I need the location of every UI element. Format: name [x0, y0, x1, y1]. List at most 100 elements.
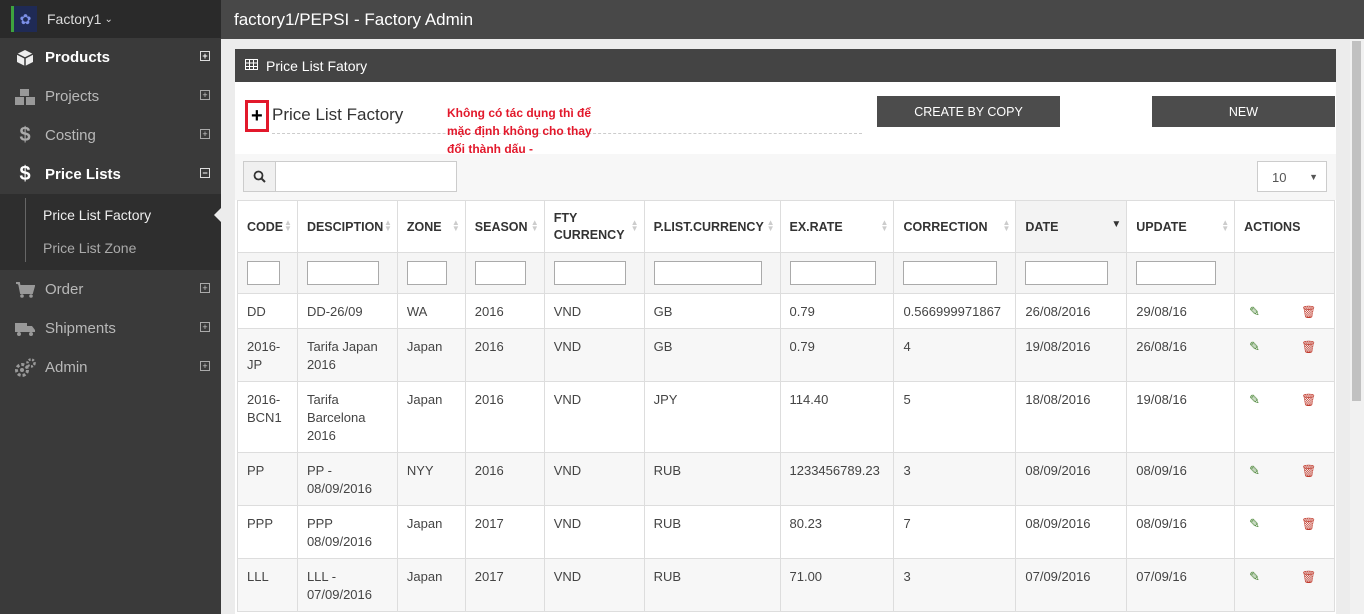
- table-cell: GB: [643, 293, 781, 329]
- filter-ex-rate-input[interactable]: [789, 261, 876, 285]
- column-header-zone[interactable]: ZONE ▲ ▼: [396, 200, 466, 253]
- expand-icon[interactable]: +: [200, 90, 210, 100]
- filter-description-input[interactable]: [306, 261, 379, 285]
- table-row[interactable]: LLL LLL - 07/09/2016 Japan 2017 VND RUB 71.00 3…: [237, 558, 1335, 612]
- sidebar-item-order[interactable]: Order +: [0, 270, 221, 309]
- section-title: Price List Factory: [272, 105, 404, 124]
- sidebar-item-costing[interactable]: $ Costing +: [0, 116, 221, 155]
- brand-switcher[interactable]: ✿ Factory1 ⌄: [0, 0, 221, 38]
- filter-code-input[interactable]: [247, 261, 280, 285]
- table-row[interactable]: 2016-JP Tarifa Japan 2016 Japan 2016 VND GB 0.…: [237, 328, 1335, 382]
- table-cell: PP - 08/09/2016: [296, 452, 398, 506]
- delete-icon[interactable]: 🗑: [1301, 303, 1316, 321]
- sort-icon: ▲ ▼: [880, 218, 889, 233]
- delete-icon[interactable]: 🗑: [1301, 391, 1316, 409]
- sidebar-item-label: Products: [45, 49, 111, 66]
- expand-icon[interactable]: +: [200, 51, 210, 61]
- edit-icon[interactable]: ✎: [1249, 515, 1260, 533]
- chevron-down-icon: ⌄: [104, 13, 113, 25]
- table-row[interactable]: 2016-BCN1 Tarifa Barcelona 2016 Japan 2016 V…: [237, 381, 1335, 453]
- dollar-icon: $: [19, 124, 31, 146]
- expand-icon[interactable]: +: [200, 322, 210, 332]
- delete-icon[interactable]: 🗑: [1301, 462, 1316, 480]
- filter-row: [237, 252, 1335, 294]
- filter-update-input[interactable]: [1136, 261, 1217, 285]
- sort-icon: ▲ ▼: [630, 218, 639, 233]
- brand-logo: ✿: [11, 6, 37, 32]
- page-title: factory1/PEPSI - Factory Admin: [221, 0, 1364, 39]
- sort-desc-icon: ▼: [1111, 219, 1122, 230]
- search-input[interactable]: [243, 161, 457, 192]
- table-row[interactable]: DD DD-26/09 WA 2016 VND GB 0.79 0.566999971867 2…: [237, 293, 1335, 329]
- gears-icon: [13, 357, 37, 378]
- column-header-fty-currency[interactable]: FTY CURRENCY ▲ ▼: [543, 200, 645, 253]
- sidebar-item-shipments[interactable]: Shipments +: [0, 309, 221, 348]
- delete-icon[interactable]: 🗑: [1301, 515, 1316, 533]
- column-header-description[interactable]: DESCIPTION ▲ ▼: [296, 200, 398, 253]
- sidebar-item-admin[interactable]: Admin +: [0, 348, 221, 387]
- sort-icon: ▲ ▼: [1221, 218, 1230, 233]
- new-button[interactable]: NEW: [1152, 96, 1335, 127]
- table-cell: 29/08/16: [1126, 293, 1236, 329]
- table-cell: VND: [543, 505, 645, 559]
- column-header-ex-rate[interactable]: EX.RATE ▲ ▼: [779, 200, 895, 253]
- table-cell: 08/09/2016: [1015, 505, 1128, 559]
- table-cell: Tarifa Barcelona 2016: [296, 381, 398, 453]
- table-cell: Japan: [396, 381, 466, 453]
- table-cell: Japan: [396, 328, 466, 382]
- expand-icon[interactable]: +: [200, 129, 210, 139]
- column-header-date[interactable]: DATE ▼: [1015, 200, 1128, 253]
- edit-icon[interactable]: ✎: [1249, 568, 1260, 586]
- delete-icon[interactable]: 🗑: [1301, 338, 1316, 356]
- table-cell: VND: [543, 558, 645, 612]
- row-actions: ✎ 🗑: [1234, 558, 1335, 612]
- collapse-icon[interactable]: −: [200, 168, 210, 178]
- column-header-correction[interactable]: CORRECTION ▲ ▼: [893, 200, 1017, 253]
- edit-icon[interactable]: ✎: [1249, 462, 1260, 480]
- submenu-item-price-list-zone[interactable]: Price List Zone: [0, 231, 221, 264]
- table-cell: VND: [543, 328, 645, 382]
- table-cell: GB: [643, 328, 781, 382]
- edit-icon[interactable]: ✎: [1249, 391, 1260, 409]
- table-cell: Japan: [396, 505, 466, 559]
- column-header-plist-currency[interactable]: P.LIST.CURRENCY ▲ ▼: [643, 200, 781, 253]
- filter-correction-input[interactable]: [903, 261, 998, 285]
- sidebar-item-projects[interactable]: Projects +: [0, 77, 221, 116]
- create-by-copy-button[interactable]: CREATE BY COPY: [877, 96, 1060, 127]
- table-cell: 26/08/16: [1126, 328, 1236, 382]
- filter-fty-currency-input[interactable]: [553, 261, 626, 285]
- table-row[interactable]: PP PP - 08/09/2016 NYY 2016 VND RUB 1233456789…: [237, 452, 1335, 506]
- filter-zone-input[interactable]: [406, 261, 447, 285]
- expand-icon[interactable]: +: [200, 361, 210, 371]
- edit-icon[interactable]: ✎: [1249, 303, 1260, 321]
- expand-icon[interactable]: +: [200, 283, 210, 293]
- truck-icon: [13, 321, 37, 337]
- delete-icon[interactable]: 🗑: [1301, 568, 1316, 586]
- edit-icon[interactable]: ✎: [1249, 338, 1260, 356]
- column-header-code[interactable]: CODE ▲ ▼: [237, 200, 298, 253]
- table-cell: 1233456789.23: [779, 452, 895, 506]
- filter-season-input[interactable]: [474, 261, 526, 285]
- submenu-item-price-list-factory[interactable]: Price List Factory: [0, 198, 221, 231]
- filter-plist-currency-input[interactable]: [653, 261, 762, 285]
- table-cell: 07/09/16: [1126, 558, 1236, 612]
- sidebar-item-price-lists[interactable]: $ Price Lists −: [0, 155, 221, 194]
- row-actions: ✎ 🗑: [1234, 505, 1335, 559]
- page-size-select[interactable]: 10 ▼: [1257, 161, 1327, 192]
- table-cell: WA: [396, 293, 466, 329]
- column-header-season[interactable]: SEASON ▲ ▼: [464, 200, 545, 253]
- table-row[interactable]: PPP PPP 08/09/2016 Japan 2017 VND RUB 80.23 7 08…: [237, 505, 1335, 559]
- expand-filter-button[interactable]: +: [245, 100, 269, 132]
- sidebar-item-label: Costing: [45, 127, 96, 144]
- table-cell: RUB: [643, 452, 781, 506]
- annotation-note: Không có tác dụng thì để mặc định không …: [447, 106, 592, 156]
- plus-icon: +: [251, 105, 263, 127]
- caret-down-icon: ▼: [1309, 172, 1318, 182]
- sidebar-item-products[interactable]: Products +: [0, 38, 221, 77]
- table-cell: 2016: [464, 328, 545, 382]
- filter-date-input[interactable]: [1025, 261, 1109, 285]
- sort-icon: ▲ ▼: [766, 218, 775, 233]
- column-header-update[interactable]: UPDATE ▲ ▼: [1126, 200, 1236, 253]
- page-scrollbar[interactable]: [1350, 39, 1364, 614]
- cart-icon: [13, 281, 37, 299]
